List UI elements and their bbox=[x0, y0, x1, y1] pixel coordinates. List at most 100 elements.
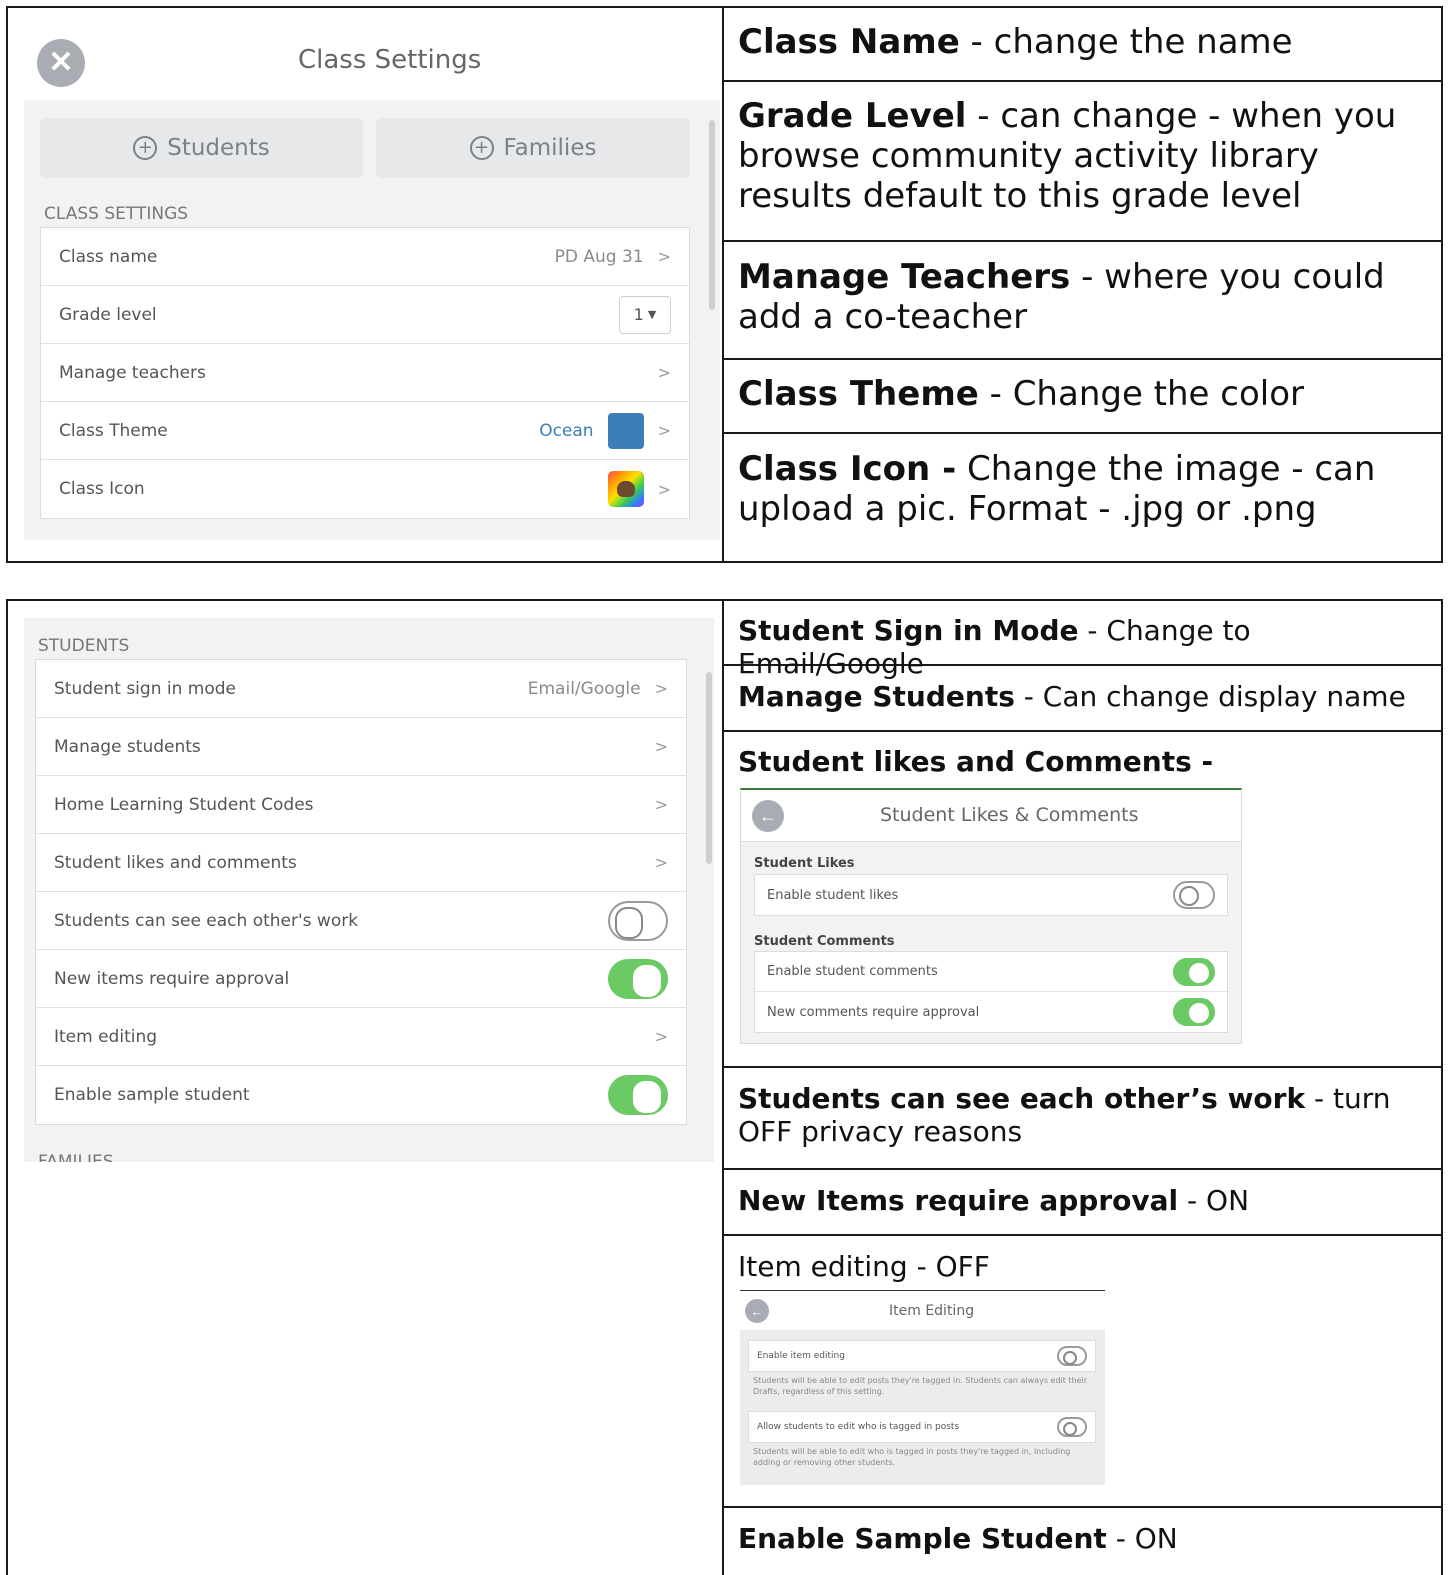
class-icon-row[interactable]: Class Icon > bbox=[41, 460, 689, 518]
caret-down-icon: ▼ bbox=[647, 308, 657, 321]
students-settings-list: Student sign in mode Email/Google > Mana… bbox=[35, 659, 687, 1125]
back-arrow-button[interactable]: ← bbox=[752, 800, 784, 832]
row-label: Students can see each other's work bbox=[54, 910, 359, 931]
manage-teachers-row[interactable]: Manage teachers > bbox=[41, 344, 689, 402]
desc-sample-student: Enable Sample Student - ON bbox=[738, 1522, 1433, 1555]
top-row-separator bbox=[722, 80, 1443, 82]
class-theme-row[interactable]: Class Theme Ocean > bbox=[41, 402, 689, 460]
students-section-label: STUDENTS bbox=[38, 636, 130, 656]
enable-comments-label: Enable student comments bbox=[767, 964, 938, 979]
class-name-value: PD Aug 31 bbox=[554, 246, 644, 267]
items-require-approval-row: New items require approval bbox=[36, 950, 686, 1008]
student-likes-list: Enable student likes bbox=[754, 874, 1228, 916]
likes-comments-row[interactable]: Student likes and comments > bbox=[36, 834, 686, 892]
row-label: Class Icon bbox=[59, 479, 145, 499]
plus-circle-icon: + bbox=[469, 136, 494, 160]
enable-likes-row: Enable student likes bbox=[755, 875, 1227, 915]
desc-class-theme: Class Theme - Change the color bbox=[738, 374, 1433, 414]
students-button-label: Students bbox=[167, 135, 270, 161]
desc-text: - change the name bbox=[959, 22, 1293, 62]
allow-tagging-toggle[interactable] bbox=[1057, 1417, 1087, 1437]
back-arrow-button[interactable]: ← bbox=[745, 1299, 769, 1323]
top-row-separator bbox=[722, 240, 1443, 242]
allow-tagging-note: Students will be able to edit who is tag… bbox=[753, 1447, 1071, 1468]
top-row-separator bbox=[722, 358, 1443, 360]
comments-approval-toggle[interactable] bbox=[1173, 998, 1215, 1026]
grade-level-dropdown[interactable]: 1 ▼ bbox=[619, 295, 671, 334]
desc-term: Student Sign in Mode bbox=[738, 614, 1079, 647]
class-theme-value: Ocean bbox=[539, 420, 594, 441]
enable-comments-toggle[interactable] bbox=[1173, 957, 1215, 986]
desc-term: Class Icon - bbox=[738, 449, 957, 489]
chevron-right-icon: > bbox=[654, 853, 668, 872]
desc-term: Manage Teachers bbox=[738, 257, 1071, 297]
row-label: Home Learning Student Codes bbox=[54, 794, 314, 815]
close-button[interactable]: ✕ bbox=[37, 39, 85, 87]
allow-tagging-row: Allow students to edit who is tagged in … bbox=[749, 1412, 1095, 1442]
student-likes-label: Student Likes bbox=[754, 856, 855, 871]
chevron-right-icon: > bbox=[654, 795, 668, 814]
enable-item-editing-note: Students will be able to edit posts they… bbox=[753, 1376, 1088, 1397]
approval-toggle[interactable] bbox=[608, 958, 668, 999]
likes-comments-title: Student Likes & Comments bbox=[880, 804, 1139, 826]
enable-likes-label: Enable student likes bbox=[767, 887, 899, 903]
chevron-right-icon: > bbox=[654, 737, 668, 756]
top-table-divider bbox=[722, 6, 724, 563]
desc-text: - ON bbox=[1106, 1522, 1178, 1555]
desc-manage-teachers: Manage Teachers - where you could add a … bbox=[738, 257, 1433, 337]
scrollbar[interactable] bbox=[706, 672, 712, 864]
student-comments-label: Student Comments bbox=[754, 934, 895, 949]
home-learning-codes-row[interactable]: Home Learning Student Codes > bbox=[36, 776, 686, 834]
item-editing-list-2: Allow students to edit who is tagged in … bbox=[748, 1411, 1096, 1443]
enable-item-editing-toggle[interactable] bbox=[1057, 1346, 1087, 1366]
desc-text: - Can change display name bbox=[1014, 680, 1406, 713]
grade-level-row: Grade level 1 ▼ bbox=[41, 286, 689, 344]
row-label: Grade level bbox=[59, 304, 157, 325]
desc-term: Manage Students bbox=[738, 680, 1015, 713]
row-label: Class name bbox=[59, 246, 158, 267]
sample-student-row: Enable sample student bbox=[36, 1066, 686, 1124]
bottom-row-separator bbox=[722, 1168, 1443, 1170]
see-work-toggle[interactable] bbox=[608, 900, 668, 941]
class-settings-list: Class name PD Aug 31 > Grade level 1 ▼ M… bbox=[40, 227, 690, 519]
families-section-clip: FAMILIES bbox=[38, 1146, 238, 1163]
page-title: Class Settings bbox=[298, 45, 482, 75]
manage-students-row[interactable]: Manage students > bbox=[36, 718, 686, 776]
student-comments-list: Enable student comments New comments req… bbox=[754, 951, 1228, 1033]
scrollbar[interactable] bbox=[709, 120, 715, 310]
desc-term: Class Theme bbox=[738, 374, 979, 414]
class-name-row[interactable]: Class name PD Aug 31 > bbox=[41, 228, 689, 286]
comments-approval-row: New comments require approval bbox=[755, 992, 1227, 1032]
desc-term: Class Name bbox=[738, 22, 960, 62]
theme-color-swatch bbox=[607, 412, 644, 449]
close-icon: ✕ bbox=[48, 46, 74, 79]
families-button-label: Families bbox=[503, 135, 597, 161]
top-row-separator bbox=[722, 432, 1443, 434]
row-label: Class Theme bbox=[59, 420, 168, 441]
sample-student-toggle[interactable] bbox=[608, 1075, 668, 1115]
desc-item-editing: Item editing - OFF bbox=[738, 1250, 1433, 1283]
back-arrow-icon: ← bbox=[750, 1303, 764, 1319]
chevron-right-icon: > bbox=[654, 679, 668, 698]
item-editing-screenshot-border bbox=[740, 1290, 1105, 1291]
item-editing-row[interactable]: Item editing > bbox=[36, 1008, 686, 1066]
add-families-button[interactable]: + Families bbox=[376, 118, 690, 178]
desc-class-icon: Class Icon - Change the image - can uplo… bbox=[738, 449, 1433, 529]
comments-approval-label: New comments require approval bbox=[767, 1004, 980, 1020]
sign-in-mode-value: Email/Google bbox=[527, 678, 641, 699]
class-icon-image bbox=[607, 471, 644, 507]
bottom-table-divider bbox=[722, 599, 724, 1575]
enable-likes-toggle[interactable] bbox=[1173, 881, 1215, 909]
student-sign-in-mode-row[interactable]: Student sign in mode Email/Google > bbox=[36, 660, 686, 718]
row-label: Manage teachers bbox=[59, 362, 206, 383]
bottom-row-separator bbox=[722, 1066, 1443, 1068]
row-label: Item editing bbox=[54, 1026, 158, 1047]
chevron-right-icon: > bbox=[657, 247, 671, 266]
chevron-right-icon: > bbox=[657, 479, 671, 499]
row-label: Student likes and comments bbox=[54, 852, 297, 873]
enable-item-editing-row: Enable item editing bbox=[749, 1341, 1095, 1371]
bottom-row-separator bbox=[722, 1506, 1443, 1508]
add-students-button[interactable]: + Students bbox=[40, 118, 363, 178]
desc-term: New Items require approval bbox=[738, 1184, 1179, 1217]
chevron-right-icon: > bbox=[657, 421, 671, 440]
